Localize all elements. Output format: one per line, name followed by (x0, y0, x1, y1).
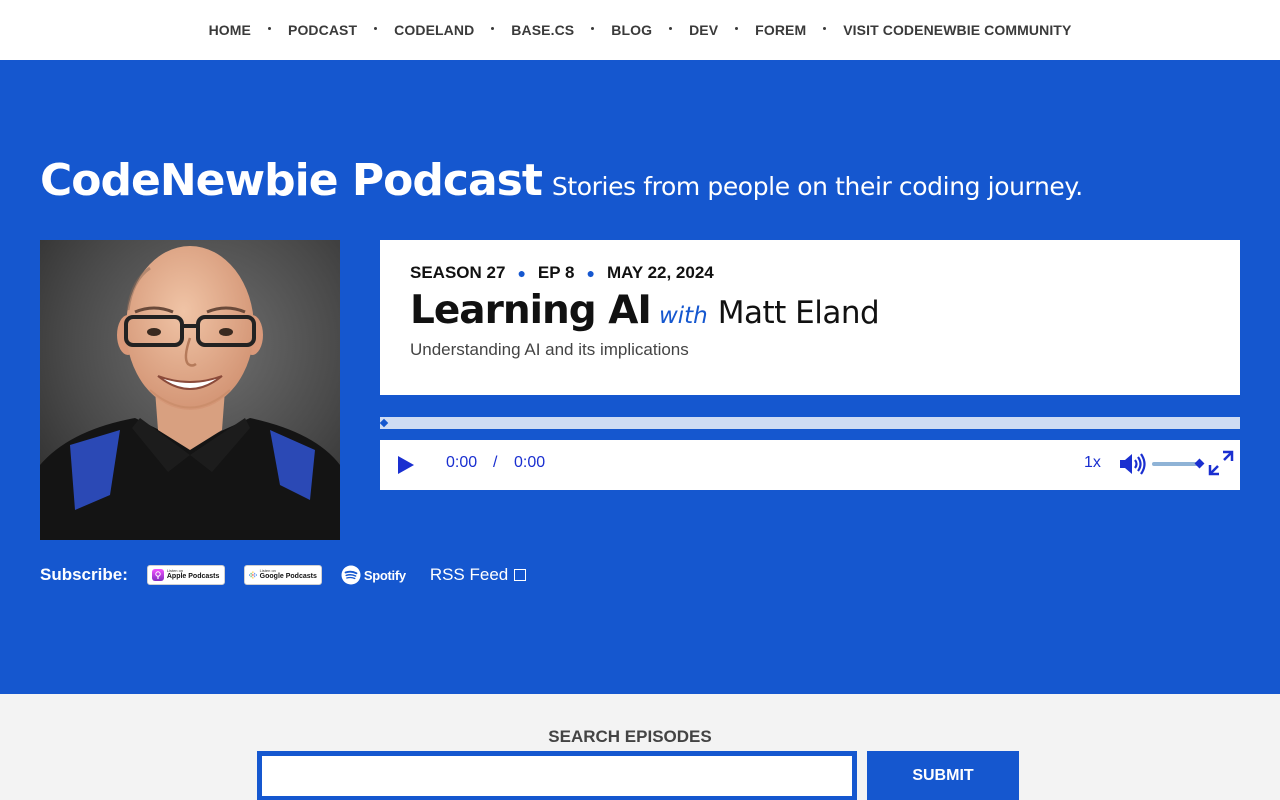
nav-separator (491, 26, 495, 30)
nav-forem[interactable]: FOREM (755, 22, 806, 38)
guest-portrait-image (40, 240, 340, 540)
google-podcasts-badge[interactable]: Listen on Google Podcasts (243, 565, 322, 585)
guest-photo (40, 240, 340, 540)
meta-separator: ● (586, 265, 595, 281)
nav-separator (735, 26, 739, 30)
nav-separator (669, 26, 673, 30)
spotify-link[interactable]: Spotify (341, 565, 406, 585)
search-input[interactable] (257, 751, 857, 800)
nav-separator (823, 26, 827, 30)
guest-name: Matt Eland (717, 295, 880, 331)
progress-handle[interactable] (379, 418, 389, 428)
nav-base-cs[interactable]: BASE.CS (511, 22, 574, 38)
nav-separator (591, 26, 595, 30)
play-icon[interactable] (396, 454, 416, 476)
episode-date: MAY 22, 2024 (606, 263, 714, 282)
nav-separator (374, 26, 378, 30)
playback-rate-button[interactable]: 1x (1084, 454, 1101, 472)
with-label: with (658, 303, 708, 329)
nav-podcast[interactable]: PODCAST (288, 22, 357, 38)
nav-home[interactable]: HOME (209, 22, 251, 38)
spotify-label: Spotify (363, 567, 406, 583)
fullscreen-icon[interactable] (1207, 449, 1235, 477)
duration: 0:00 (514, 454, 546, 471)
podcast-title: CodeNewbie Podcast (40, 155, 543, 206)
meta-separator: ● (517, 265, 526, 281)
apple-badge-text: Apple Podcasts (166, 573, 220, 580)
top-navigation: HOME PODCAST CODELAND BASE.CS BLOG DEV F… (0, 0, 1280, 60)
episode-card: SEASON 27 ● EP 8 ● MAY 22, 2024 Learning… (380, 240, 1240, 395)
episode-number: EP 8 (537, 263, 575, 282)
submit-button[interactable]: SUBMIT (867, 751, 1019, 800)
episode-meta: SEASON 27 ● EP 8 ● MAY 22, 2024 (410, 263, 714, 283)
current-time: 0:00 (446, 454, 478, 471)
rss-feed-label: RSS Feed (429, 565, 509, 584)
episode-subtitle: Understanding AI and its implications (410, 340, 689, 359)
subscribe-label: Subscribe: (40, 565, 128, 584)
season-label: SEASON 27 (410, 263, 506, 282)
search-title: SEARCH EPISODES (548, 727, 712, 746)
nav-dev[interactable]: DEV (689, 22, 718, 38)
volume-icon[interactable] (1118, 452, 1146, 476)
apple-podcasts-badge[interactable]: Listen on Apple Podcasts (146, 565, 225, 585)
nav-separator (268, 26, 271, 30)
search-section: SEARCH EPISODES SUBMIT (0, 694, 1280, 800)
podcast-hero: CodeNewbie Podcast Stories from people o… (0, 60, 1280, 694)
time-separator: / (493, 454, 498, 471)
nav-blog[interactable]: BLOG (611, 22, 652, 38)
nav-codeland[interactable]: CODELAND (394, 22, 474, 38)
spotify-icon (341, 565, 361, 585)
google-badge-text: Google Podcasts (259, 573, 317, 580)
volume-slider-track[interactable] (1152, 462, 1200, 466)
nav-list: HOME PODCAST CODELAND BASE.CS BLOG DEV F… (209, 22, 1072, 38)
volume-slider-handle[interactable] (1194, 458, 1205, 469)
subscribe-row: Subscribe: Listen on Apple Podcasts List… (40, 565, 527, 585)
external-link-icon (514, 569, 527, 581)
apple-podcasts-icon (151, 569, 164, 581)
google-podcasts-icon (248, 571, 257, 579)
episode-heading: Learning AI with Matt Eland (410, 288, 880, 333)
rss-feed-link[interactable]: RSS Feed (429, 565, 527, 585)
audio-progress-bar[interactable] (379, 417, 1240, 429)
nav-visit-community[interactable]: VISIT CODENEWBIE COMMUNITY (843, 22, 1071, 38)
audio-player: 0:00 / 0:00 1x (380, 440, 1240, 490)
hero-heading: CodeNewbie Podcast Stories from people o… (40, 155, 1083, 206)
episode-title: Learning AI (410, 288, 652, 333)
podcast-tagline: Stories from people on their coding jour… (551, 172, 1083, 201)
